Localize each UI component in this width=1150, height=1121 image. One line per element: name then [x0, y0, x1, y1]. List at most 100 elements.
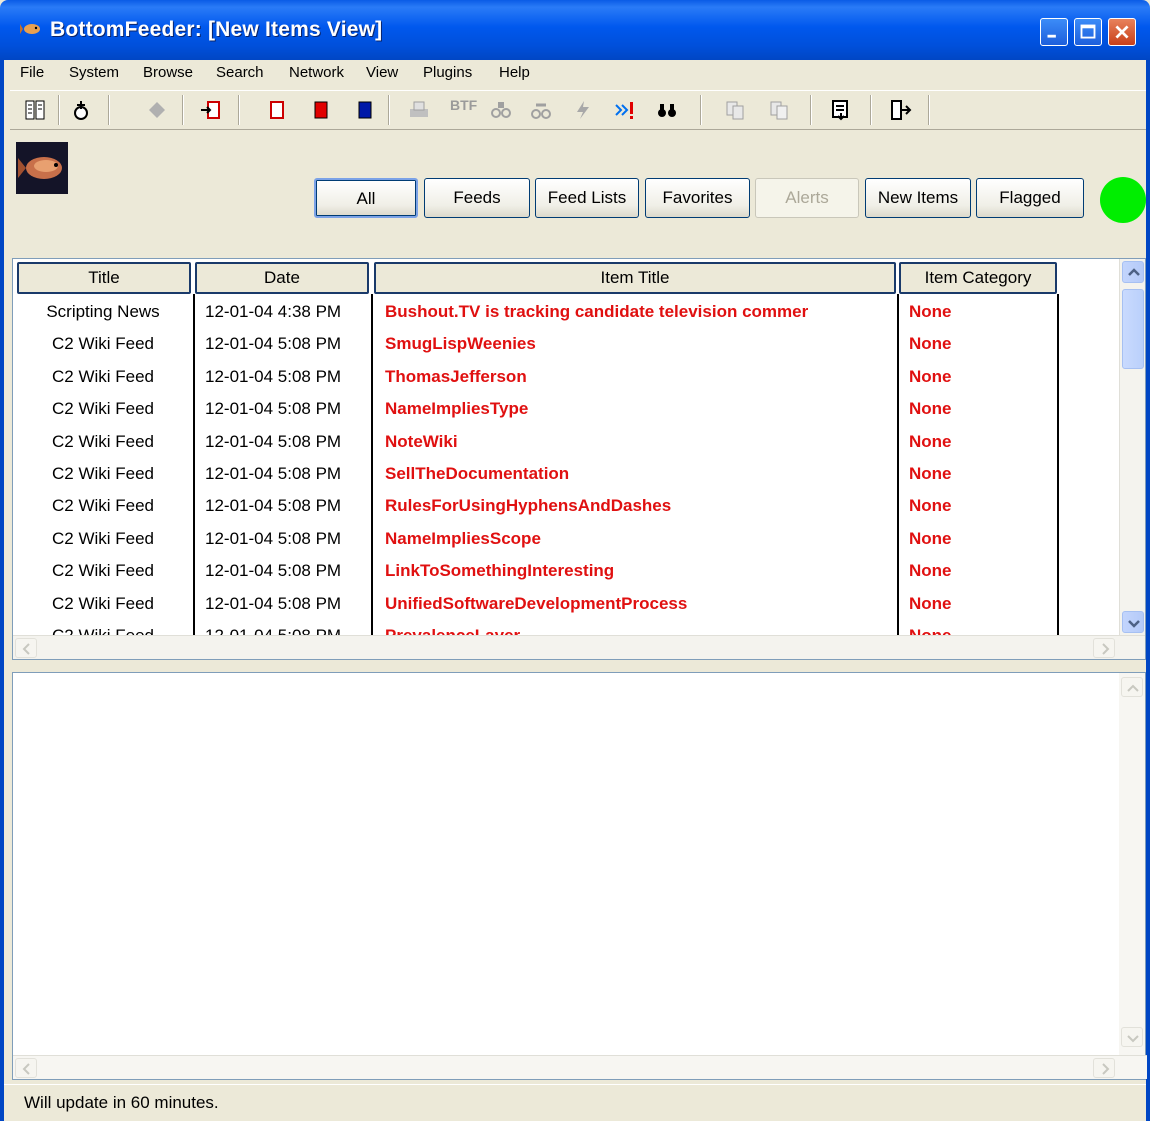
scroll-up-button[interactable] [1121, 677, 1143, 697]
row-feed-name: C2 Wiki Feed [51, 431, 155, 451]
scroll-down-button[interactable] [1121, 1027, 1143, 1047]
menu-system[interactable]: System [69, 64, 119, 81]
filter-new-items-button[interactable]: New Items [865, 178, 971, 218]
menu-bar: File System Browse Search Network View P… [4, 60, 1146, 86]
paste-icon [770, 101, 788, 120]
toolbar-separator [388, 95, 390, 125]
row-date: 12-01-04 5:08 PM [205, 464, 342, 483]
chevron-right-icon [1102, 1063, 1110, 1075]
menu-search[interactable]: Search [216, 64, 264, 81]
column-header-date[interactable]: Date [195, 262, 369, 294]
export-icon[interactable] [830, 99, 852, 121]
row-item-category: None [909, 464, 952, 483]
row-feed-name: C2 Wiki Feed [51, 561, 155, 581]
column-header-item-title[interactable]: Item Title [374, 262, 896, 294]
menu-view[interactable]: View [366, 64, 398, 81]
row-item-title: SellTheDocumentation [385, 464, 570, 483]
toolbar-separator [928, 95, 930, 125]
row-date: 12-01-04 4:38 PM [205, 302, 342, 321]
row-feed-name: C2 Wiki Feed [51, 399, 155, 419]
row-item-category: None [909, 496, 952, 516]
column-header-title[interactable]: Title [17, 262, 191, 294]
filter-alerts-button: Alerts [755, 178, 859, 218]
menu-network[interactable]: Network [289, 64, 344, 81]
maximize-button[interactable] [1074, 18, 1102, 46]
table-row[interactable]: C2 Wiki Feed 12-01-04 5:08 PM ThomasJeffer… [13, 361, 1113, 393]
table-row[interactable]: C2 Wiki Feed 12-01-04 5:08 PM SmugLispWeen… [13, 328, 1113, 360]
title-bar[interactable]: BottomFeeder: [New Items View] [0, 0, 1150, 60]
window-frame-right [1146, 60, 1150, 1121]
table-row[interactable]: C2 Wiki Feed 12-01-04 5:08 PM NoteWiki None [13, 426, 1113, 458]
row-feed-name: C2 Wiki Feed [51, 464, 155, 483]
row-item-title: NameImpliesType [385, 399, 529, 419]
add-feed-icon[interactable] [70, 99, 92, 121]
scroll-left-button[interactable] [15, 638, 37, 658]
table-row[interactable]: C2 Wiki Feed 12-01-04 5:08 PM NameImpliesT… [13, 393, 1113, 425]
bottomfeeder-logo [16, 142, 68, 194]
row-item-category: None [909, 366, 952, 386]
row-date: 12-01-04 5:08 PM [205, 431, 342, 451]
scroll-right-button[interactable] [1093, 1058, 1115, 1078]
item-preview-pane[interactable] [12, 672, 1147, 1080]
tag-icon [149, 102, 165, 118]
filter-all-button[interactable]: All [314, 178, 418, 218]
table-row[interactable]: Scripting News 12-01-04 4:38 PM Bushout.TV… [13, 296, 1113, 328]
preview-horizontal-scrollbar[interactable] [13, 1055, 1147, 1079]
row-item-title: ThomasJefferson [385, 366, 527, 386]
scroll-thumb[interactable] [1122, 289, 1144, 369]
feed-tree-icon[interactable] [24, 99, 46, 121]
page-blue-icon[interactable] [354, 99, 376, 121]
items-table[interactable]: Title Date Item Title Item Category Scri… [12, 258, 1146, 660]
row-date: 12-01-04 5:08 PM [205, 593, 342, 613]
import-page-icon[interactable] [200, 99, 222, 121]
filter-favorites-button[interactable]: Favorites [645, 178, 750, 218]
table-row[interactable]: C2 Wiki Feed 12-01-04 5:08 PM SellTheDocum… [13, 458, 1113, 490]
items-horizontal-scrollbar[interactable] [13, 635, 1145, 659]
table-row[interactable]: C2 Wiki Feed 12-01-04 5:08 PM UnifiedSoftw… [13, 588, 1113, 620]
row-item-category: None [909, 431, 952, 451]
scroll-left-button[interactable] [15, 1058, 37, 1078]
row-date: 12-01-04 5:08 PM [205, 528, 342, 548]
filter-feeds-button[interactable]: Feeds [424, 178, 530, 218]
toolbar-separator [182, 95, 184, 125]
maximize-icon [1080, 24, 1096, 39]
menu-help[interactable]: Help [499, 64, 530, 81]
table-row[interactable]: C2 Wiki Feed 12-01-04 5:08 PM NameImpliesS… [13, 523, 1113, 555]
exit-icon[interactable] [890, 99, 912, 121]
filter-feed-lists-button[interactable]: Feed Lists [535, 178, 639, 218]
toolbar-separator [108, 95, 110, 125]
binoculars-icon[interactable] [656, 99, 678, 121]
minimize-button[interactable] [1040, 18, 1068, 46]
page-red-icon[interactable] [310, 99, 332, 121]
toolbar: BTF [10, 90, 1146, 130]
column-header-item-category[interactable]: Item Category [899, 262, 1057, 294]
table-row[interactable]: C2 Wiki Feed 12-01-04 5:08 PM RulesForUsin… [13, 490, 1113, 522]
row-item-category: None [909, 561, 952, 581]
row-feed-name: C2 Wiki Feed [51, 496, 155, 516]
chevron-down-icon [1127, 1035, 1139, 1043]
chevron-right-icon [1102, 643, 1110, 655]
row-feed-name: C2 Wiki Feed [51, 528, 155, 548]
lightning-icon [577, 101, 589, 119]
close-button[interactable] [1108, 18, 1136, 46]
minimize-icon [1047, 34, 1056, 38]
chevron-left-icon [22, 643, 30, 655]
row-item-title: NameImpliesScope [385, 528, 541, 548]
scroll-down-button[interactable] [1122, 611, 1144, 633]
scroll-right-button[interactable] [1093, 638, 1115, 658]
window-frame-left [0, 60, 4, 1121]
filter-flagged-button[interactable]: Flagged [976, 178, 1084, 218]
scroll-up-button[interactable] [1122, 261, 1144, 283]
menu-browse[interactable]: Browse [143, 64, 193, 81]
window-title: BottomFeeder: [New Items View] [50, 18, 383, 41]
menu-file[interactable]: File [20, 64, 44, 81]
table-row[interactable]: C2 Wiki Feed 12-01-04 5:08 PM LinkToSometh… [13, 555, 1113, 587]
next-unread-icon[interactable] [614, 99, 636, 121]
menu-plugins[interactable]: Plugins [423, 64, 472, 81]
row-item-title: UnifiedSoftwareDevelopmentProcess [385, 593, 688, 613]
row-item-category: None [909, 528, 952, 548]
page-outline-icon[interactable] [266, 99, 288, 121]
items-vertical-scrollbar[interactable] [1119, 259, 1145, 637]
chevron-up-icon [1128, 268, 1140, 276]
preview-vertical-scrollbar[interactable] [1119, 673, 1145, 1055]
